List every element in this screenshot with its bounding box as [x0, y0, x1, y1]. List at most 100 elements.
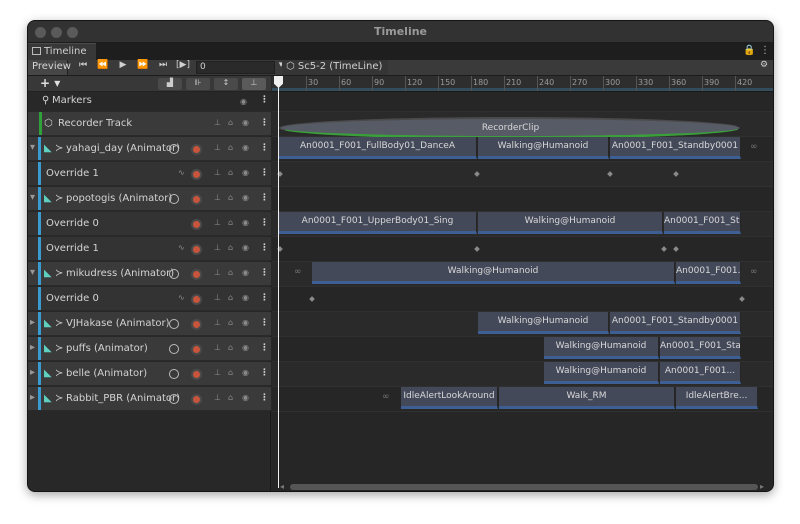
lane-belle[interactable]: Walking@Humanoid An0001_F001... [272, 362, 773, 387]
clip[interactable]: An0001_F001... [676, 262, 741, 284]
track-yahagi-override1[interactable]: Override 1 ∿ ⊥ ⌂ ◉ ⋮ [28, 162, 271, 186]
eye-icon[interactable]: ◉ [240, 97, 247, 106]
time-ruler[interactable]: 30 60 90 120 150 180 210 240 270 300 330 360 390 420 [272, 76, 773, 92]
eye-icon[interactable]: ◉ [242, 218, 249, 227]
lane-vjhakase[interactable]: Walking@Humanoid An0001_F001_Standby0001 [272, 312, 773, 337]
clip[interactable]: Walking@Humanoid [478, 312, 609, 334]
track-mikudress[interactable]: ▾ ◣ ≻ mikudress (Animator) ⊥ ⌂ ◉ ⋮ [28, 262, 271, 286]
lane-recorder[interactable]: RecorderClip [272, 112, 773, 139]
add-track-button[interactable]: + ▾ [40, 76, 60, 90]
track-menu-icon[interactable]: ⋮ [260, 293, 269, 303]
lane-popotogis-override1[interactable] [272, 237, 773, 262]
track-menu-icon[interactable]: ⋮ [260, 343, 269, 353]
lock-icon[interactable]: ⌂ [228, 143, 233, 152]
collapse-arrow-icon[interactable]: ▸ [30, 342, 35, 353]
clip-edit-mode-button[interactable]: ▟ [158, 78, 182, 90]
keyframe-marker[interactable] [474, 246, 480, 252]
eye-icon[interactable]: ◉ [242, 393, 249, 402]
record-button[interactable] [191, 269, 202, 280]
clip[interactable]: IdleAlertBre... [676, 387, 758, 409]
scroll-left-icon[interactable]: ◂ [280, 482, 284, 491]
track-menu-icon[interactable]: ⋮ [260, 268, 269, 278]
preview-button[interactable]: Preview [28, 60, 71, 75]
lock-icon[interactable]: ⌂ [228, 268, 233, 277]
lock-icon[interactable]: 🔒 [743, 45, 755, 56]
eye-icon[interactable]: ◉ [242, 368, 249, 377]
snap-button[interactable]: ⊥ [242, 78, 266, 90]
lane-yahagi[interactable]: An0001_F001_FullBody01_DanceA Walking@Hu… [272, 137, 773, 162]
clip[interactable]: An0001_F001_St... [664, 212, 741, 234]
target-icon[interactable] [169, 319, 179, 329]
lane-puffs[interactable]: Walking@Humanoid An0001_F001_Sta... [272, 337, 773, 362]
record-button[interactable] [191, 194, 202, 205]
record-button[interactable] [191, 294, 202, 305]
track-recorder[interactable]: ⬡ Recorder Track ⊥ ⌂ ◉ ⋮ [28, 112, 271, 136]
clip[interactable]: Walking@Humanoid [544, 362, 659, 384]
collapse-arrow-icon[interactable]: ▸ [30, 392, 35, 403]
pin-icon[interactable]: ⊥ [214, 143, 221, 152]
target-icon[interactable] [169, 194, 179, 204]
keyframe-marker[interactable] [607, 171, 613, 177]
curve-icon[interactable]: ∿ [178, 293, 185, 302]
gear-icon[interactable]: ⚙ [758, 60, 770, 75]
track-menu-icon[interactable]: ⋮ [260, 168, 269, 178]
ripple-mode-button[interactable]: ⊪ [186, 78, 210, 90]
lane-mikudress-override0[interactable] [272, 287, 773, 312]
menu-dots-icon[interactable]: ⋮ [760, 45, 770, 56]
play-range-button[interactable]: [▶] [173, 60, 193, 75]
lock-icon[interactable]: ⌂ [228, 318, 233, 327]
clip[interactable]: Walking@Humanoid [544, 337, 659, 359]
keyframe-marker[interactable] [474, 171, 480, 177]
track-menu-icon[interactable]: ⋮ [260, 318, 269, 328]
track-menu-icon[interactable]: ⋮ [260, 143, 269, 153]
timeline-area[interactable]: 30 60 90 120 150 180 210 240 270 300 330 360 390 420 … [272, 76, 773, 491]
keyframe-marker[interactable] [739, 296, 745, 302]
collapse-arrow-icon[interactable]: ▸ [30, 367, 35, 378]
go-end-button[interactable]: ⏭ [154, 60, 172, 75]
clip[interactable]: Walking@Humanoid [478, 212, 663, 234]
eye-icon[interactable]: ◉ [242, 243, 249, 252]
lock-icon[interactable]: ⌂ [228, 393, 233, 402]
target-icon[interactable] [169, 344, 179, 354]
curve-icon[interactable]: ∿ [178, 243, 185, 252]
pin-icon[interactable]: ⊥ [214, 218, 221, 227]
lane-yahagi-override1[interactable] [272, 162, 773, 187]
go-start-button[interactable]: ⏮ [74, 60, 92, 75]
breadcrumb[interactable]: ⬡ Sc5-2 (TimeLine) [282, 60, 389, 75]
track-belle[interactable]: ▸ ◣ ≻ belle (Animator) ⊥ ⌂ ◉ ⋮ [28, 362, 271, 386]
clip[interactable]: Walk_RM [499, 387, 675, 409]
lock-icon[interactable]: ⌂ [228, 293, 233, 302]
eye-icon[interactable]: ◉ [242, 143, 249, 152]
track-popotogis-override0[interactable]: Override 0 ⊥ ⌂ ◉ ⋮ [28, 212, 271, 236]
pin-icon[interactable]: ⊥ [214, 268, 221, 277]
keyframe-marker[interactable] [309, 296, 315, 302]
eye-icon[interactable]: ◉ [242, 293, 249, 302]
lock-icon[interactable]: ⌂ [228, 168, 233, 177]
pin-icon[interactable]: ⊥ [214, 168, 221, 177]
expand-arrow-icon[interactable]: ▾ [30, 142, 35, 153]
track-rabbit[interactable]: ▸ ◣ ≻ Rabbit_PBR (Animator) ⊥ ⌂ ◉ ⋮ [28, 387, 271, 411]
track-mikudress-override0[interactable]: Override 0 ∿ ⊥ ⌂ ◉ ⋮ [28, 287, 271, 311]
lock-icon[interactable]: ⌂ [228, 193, 233, 202]
eye-icon[interactable]: ◉ [242, 268, 249, 277]
clip[interactable]: An0001_F001... [660, 362, 741, 384]
track-menu-icon[interactable]: ⋮ [260, 393, 269, 403]
lane-mikudress[interactable]: ∞ Walking@Humanoid An0001_F001... ∞ [272, 262, 773, 287]
record-button[interactable] [191, 244, 202, 255]
record-button[interactable] [191, 344, 202, 355]
record-button[interactable] [191, 144, 202, 155]
target-icon[interactable] [169, 269, 179, 279]
target-icon[interactable] [169, 369, 179, 379]
record-button[interactable] [191, 369, 202, 380]
pin-icon[interactable]: ⊥ [214, 318, 221, 327]
lock-icon[interactable]: ⌂ [228, 368, 233, 377]
pin-icon[interactable]: ⊥ [214, 243, 221, 252]
eye-icon[interactable]: ◉ [242, 193, 249, 202]
clip[interactable]: Walking@Humanoid [478, 137, 609, 159]
clip-recorder[interactable]: RecorderClip [279, 117, 741, 139]
lock-icon[interactable]: ⌂ [228, 343, 233, 352]
clip[interactable]: An0001_F001_Standby0001 [610, 137, 741, 159]
target-icon[interactable] [169, 144, 179, 154]
clip[interactable]: An0001_F001_UpperBody01_Sing [279, 212, 477, 234]
prev-frame-button[interactable]: ⏪ [94, 60, 112, 75]
